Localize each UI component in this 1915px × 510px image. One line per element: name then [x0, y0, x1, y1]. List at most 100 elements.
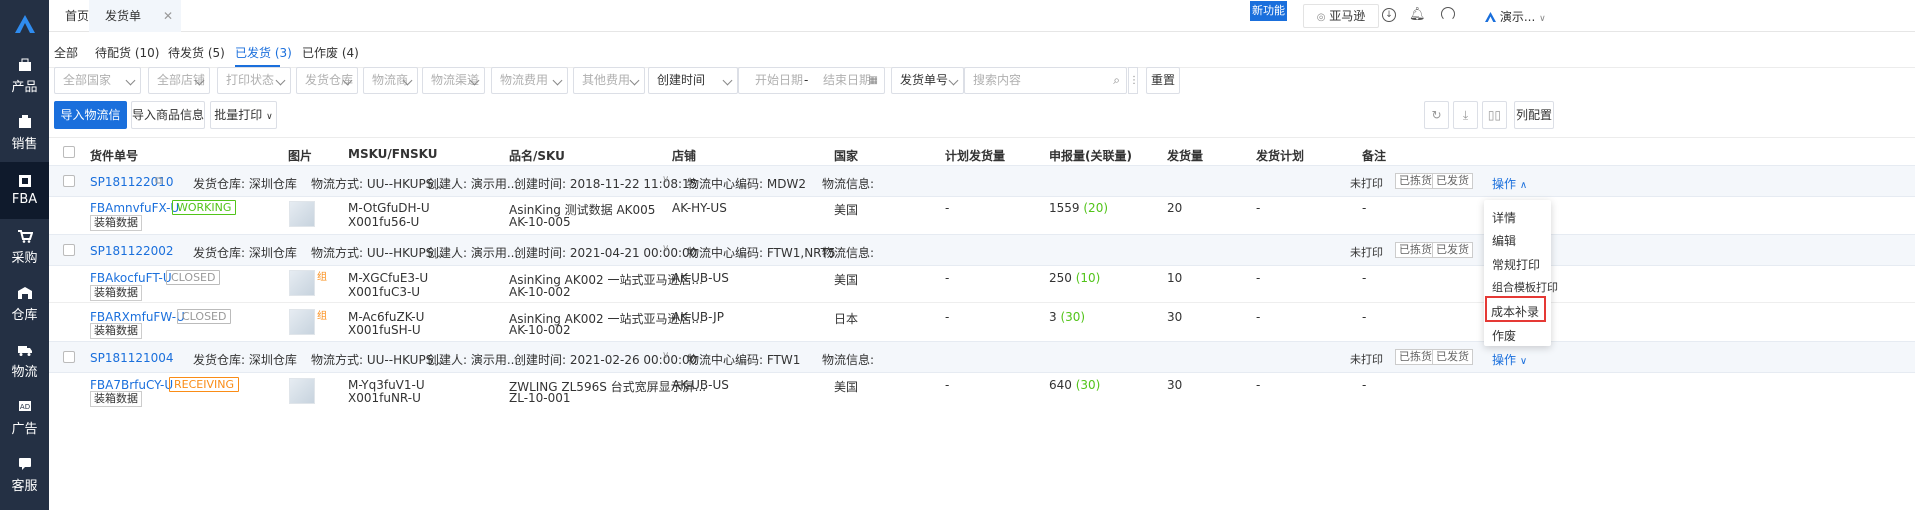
status-badge: CLOSED — [166, 270, 221, 285]
column-config-button[interactable]: 列配置 — [1514, 101, 1554, 129]
sidebar-item-purchase[interactable]: 采购 — [0, 219, 49, 276]
search-icon[interactable]: ⌕ — [1113, 68, 1120, 93]
menu-item-void[interactable]: 作废 — [1492, 327, 1516, 344]
tab-pending-allocation[interactable]: 待配货 (10) — [95, 44, 159, 61]
shipment-link[interactable]: FBARXmfuFW-U — [90, 310, 185, 324]
group-warehouse: 发货仓库: 深圳仓库 — [193, 177, 297, 191]
export-icon[interactable]: ⤓ — [1453, 101, 1478, 129]
row-checkbox[interactable] — [63, 351, 75, 363]
shipped-qty: 10 — [1167, 271, 1183, 285]
country-filter[interactable]: 全部国家 — [54, 67, 141, 94]
shipment-id-link[interactable]: SP181121004 — [90, 351, 174, 365]
sidebar-item-logistics[interactable]: 物流 — [0, 333, 49, 390]
sidebar-item-service[interactable]: 客服 — [0, 447, 49, 504]
shipment-link[interactable]: FBA7BrfuCY-U — [90, 378, 173, 392]
carrier-filter[interactable]: 物流商 — [363, 67, 418, 94]
operation-menu[interactable]: 操作 ∧ — [1492, 175, 1527, 192]
platform-selector[interactable]: ◎ 亚马逊 — [1303, 4, 1379, 28]
shipment-id-link[interactable]: SP181122002 — [90, 244, 174, 258]
status-badge: CLOSED — [177, 309, 232, 324]
shipped-tag[interactable]: 已发货 — [1432, 173, 1473, 189]
chevron-down-icon[interactable]: ∨ — [662, 174, 669, 185]
sidebar-item-ads[interactable]: AD 广告 — [0, 390, 49, 447]
picked-tag[interactable]: 已拣货 — [1395, 242, 1436, 258]
product-image[interactable] — [289, 309, 315, 335]
shipment-link[interactable]: FBAmnvfuFX-U — [90, 201, 179, 215]
product-image[interactable] — [289, 201, 315, 227]
shipment-link[interactable]: FBAkocfuFT-U — [90, 271, 172, 285]
menu-item-detail[interactable]: 详情 — [1492, 209, 1516, 226]
search-input[interactable]: 搜索内容 ⌕ — [964, 67, 1127, 94]
layout-icon[interactable]: ▯▯ — [1482, 101, 1507, 129]
group-created: 创建时间: 2021-04-21 00:00:00 — [514, 246, 698, 260]
headset-icon[interactable] — [1441, 7, 1455, 21]
reset-button[interactable]: 重置 — [1146, 67, 1180, 94]
app-logo[interactable] — [0, 0, 49, 48]
note: - — [1362, 310, 1367, 324]
account-menu[interactable]: 演示... ∨ — [1485, 8, 1546, 25]
sidebar-item-sales[interactable]: 销售 — [0, 105, 49, 162]
print-status-filter[interactable]: 打印状态 — [217, 67, 291, 94]
shipped-tag[interactable]: 已发货 — [1432, 242, 1473, 258]
select-all-checkbox[interactable] — [63, 146, 75, 158]
chevron-down-icon — [552, 75, 563, 86]
product-image[interactable] — [289, 378, 315, 404]
product-image[interactable] — [289, 270, 315, 296]
menu-item-edit[interactable]: 编辑 — [1492, 232, 1516, 249]
date-range-picker[interactable]: 开始日期 - 结束日期 ▦ — [738, 67, 885, 94]
packing-data-button[interactable]: 装箱数据 — [90, 391, 142, 407]
menu-item-cost-entry[interactable]: 成本补录 — [1491, 303, 1539, 320]
sidebar-item-warehouse[interactable]: 仓库 — [0, 276, 49, 333]
col-shop: 店铺 — [672, 149, 697, 163]
group-method: 物流方式: UU--HKUPS... — [311, 353, 445, 367]
tab-shipped[interactable]: 已发货 (3) — [235, 44, 292, 61]
operation-menu[interactable]: 操作 ∨ — [1492, 351, 1527, 368]
other-fee-filter[interactable]: 其他费用 — [573, 67, 645, 94]
search-type-select[interactable]: 发货单号 — [891, 67, 964, 94]
note: - — [1362, 271, 1367, 285]
packing-data-button[interactable]: 装箱数据 — [90, 285, 142, 301]
import-logistics-button[interactable]: 导入物流信息 — [54, 101, 127, 148]
chevron-down-icon[interactable]: ∨ — [662, 243, 669, 254]
picked-tag[interactable]: 已拣货 — [1395, 173, 1436, 189]
shop-filter[interactable]: 全部店铺 — [148, 67, 210, 94]
chevron-down-icon — [629, 75, 640, 86]
new-feature-button[interactable]: 新功能 — [1250, 1, 1287, 21]
status-tabs: 全部 待配货 (10) 待发货 (5) 已发货 (3) 已作废 (4) — [49, 32, 1915, 68]
status-badge: WORKING — [172, 200, 237, 215]
packing-data-button[interactable]: 装箱数据 — [90, 215, 142, 231]
tab-shipment[interactable]: 发货单 ✕ — [89, 0, 181, 32]
tab-pending-shipment[interactable]: 待发货 (5) — [168, 44, 225, 61]
close-icon[interactable]: ✕ — [163, 0, 173, 32]
row-checkbox[interactable] — [63, 175, 75, 187]
channel-filter[interactable]: 物流渠道 — [422, 67, 485, 94]
fnsku: X001fuNR-U — [348, 391, 421, 405]
import-product-button[interactable]: 导入商品信息 — [131, 101, 205, 129]
picked-tag[interactable]: 已拣货 — [1395, 349, 1436, 365]
warehouse-filter[interactable]: 发货仓库 — [296, 67, 358, 94]
more-options-icon[interactable]: ⋮ — [1128, 67, 1139, 94]
menu-item-normal-print[interactable]: 常规打印 — [1492, 256, 1540, 273]
refresh-icon[interactable]: ↻ — [1424, 101, 1449, 129]
shipped-tag[interactable]: 已发货 — [1432, 349, 1473, 365]
time-type-select[interactable]: 创建时间 — [648, 67, 738, 94]
bell-icon[interactable]: 🔔︎ — [1409, 7, 1426, 22]
col-ship-plan: 发货计划 — [1256, 149, 1305, 163]
group-creator: 创建人: 演示用... — [427, 353, 519, 367]
tab-voided[interactable]: 已作废 (4) — [302, 44, 359, 61]
menu-item-template-print[interactable]: 组合模板打印 — [1492, 279, 1558, 295]
sidebar-item-product[interactable]: 产品 — [0, 48, 49, 105]
chevron-down-icon[interactable]: ∨ — [662, 350, 669, 361]
packing-data-button[interactable]: 装箱数据 — [90, 323, 142, 339]
batch-print-button[interactable]: 批量打印 ∨ — [210, 101, 277, 129]
download-icon[interactable]: ↓ — [1382, 8, 1396, 22]
logistics-fee-filter[interactable]: 物流费用 — [491, 67, 568, 94]
row-checkbox[interactable] — [63, 244, 75, 256]
declared-qty: 250 (10) — [1049, 271, 1100, 285]
linked-value: (30) — [1075, 378, 1101, 392]
tab-all[interactable]: 全部 — [54, 44, 78, 61]
col-name-sku: 品名/SKU — [509, 149, 565, 163]
sidebar-item-fba[interactable]: FBA — [0, 162, 49, 219]
copy-icon[interactable]: ⧉ — [155, 174, 163, 188]
chevron-down-icon — [275, 75, 286, 86]
